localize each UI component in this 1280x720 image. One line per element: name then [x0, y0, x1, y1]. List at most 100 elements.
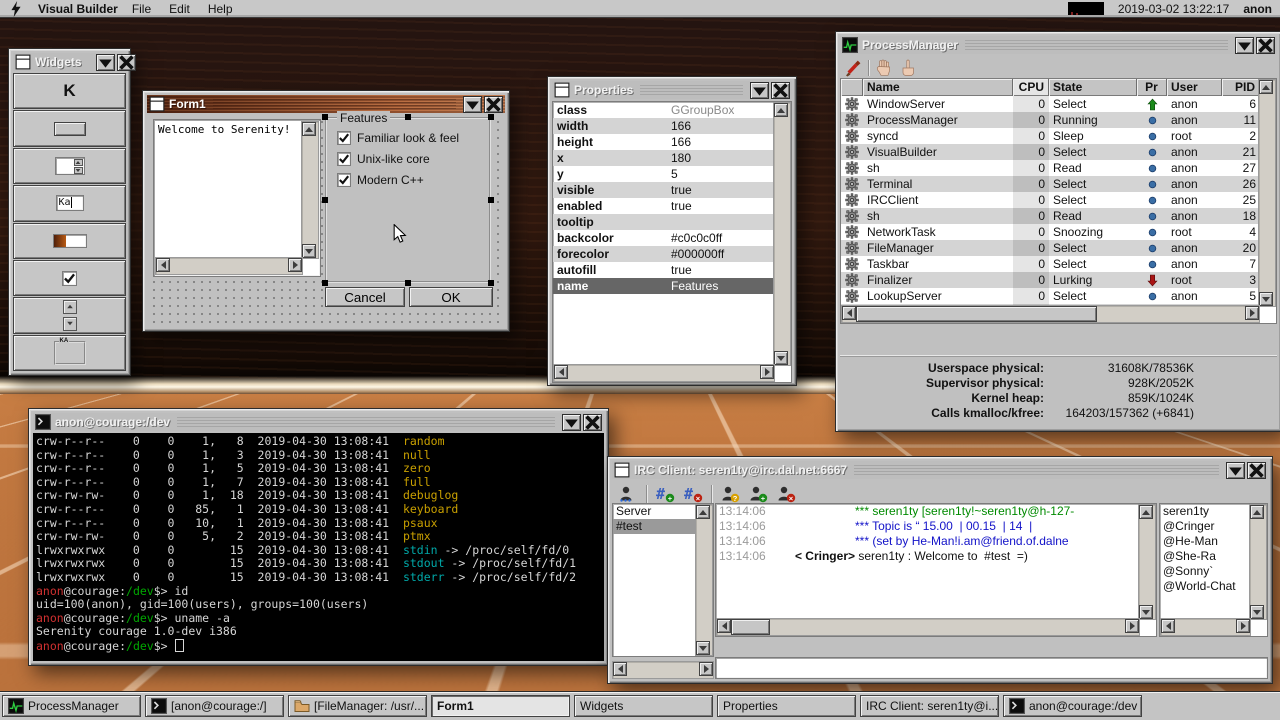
- process-row[interactable]: Finalizer0Lurkingroot3: [841, 272, 1260, 288]
- close-button[interactable]: [484, 96, 503, 113]
- process-row[interactable]: IRCClient0Selectanon25: [841, 192, 1260, 208]
- column-header-cpu[interactable]: CPU: [1013, 79, 1049, 96]
- continue-icon[interactable]: [899, 59, 917, 77]
- column-header-state[interactable]: State: [1049, 79, 1137, 96]
- scroll-up-button[interactable]: [302, 122, 316, 136]
- scroll-left-button[interactable]: [717, 619, 731, 633]
- process-row[interactable]: ProcessManager0Runninganon11: [841, 112, 1260, 128]
- properties-hscrollbar[interactable]: [553, 364, 775, 382]
- property-row[interactable]: autofilltrue: [553, 262, 775, 278]
- selection-handle[interactable]: [405, 280, 411, 286]
- irc-message-input[interactable]: [715, 657, 1268, 679]
- taskbar-button-anon-courage-dev[interactable]: anon@courage:/dev: [1003, 695, 1142, 717]
- form1-titlebar[interactable]: Form1: [147, 95, 505, 113]
- scrollbar-thumb[interactable]: [731, 619, 770, 635]
- chat-vscrollbar[interactable]: [1138, 504, 1156, 620]
- widget-tool-button[interactable]: [13, 110, 126, 146]
- scroll-right-button[interactable]: [760, 365, 774, 379]
- checkbox-icon[interactable]: [337, 131, 351, 145]
- checkbox-icon[interactable]: [337, 152, 351, 166]
- nick-item[interactable]: seren1ty: [1160, 504, 1251, 519]
- checkbox-row[interactable]: Familiar look & feel: [337, 131, 489, 145]
- column-header-pid[interactable]: PID: [1222, 79, 1260, 96]
- scroll-left-button[interactable]: [842, 306, 856, 320]
- column-header-pr[interactable]: Pr: [1137, 79, 1167, 96]
- widget-tool-spinbox[interactable]: [13, 148, 126, 184]
- process-row[interactable]: sh0Readanon27: [841, 160, 1260, 176]
- properties-vscrollbar[interactable]: [773, 102, 791, 366]
- cancel-button[interactable]: Cancel: [325, 287, 405, 307]
- nick-item[interactable]: @She-Ra: [1160, 549, 1251, 564]
- close-button[interactable]: [583, 414, 602, 431]
- widget-tool-textbox[interactable]: Ka: [13, 185, 126, 221]
- user-remove-icon[interactable]: ×: [776, 485, 796, 503]
- column-header-name[interactable]: Name: [863, 79, 1013, 96]
- close-button[interactable]: [771, 82, 790, 99]
- minimize-button[interactable]: [463, 96, 482, 113]
- property-row[interactable]: width166: [553, 118, 775, 134]
- user-add-icon[interactable]: +: [748, 485, 768, 503]
- checkbox-row[interactable]: Modern C++: [337, 173, 489, 187]
- form-designer-canvas[interactable]: Welcome to Serenity! Features Familiar l…: [147, 115, 505, 327]
- selection-handle[interactable]: [488, 197, 494, 203]
- channel-item[interactable]: Server: [613, 504, 697, 519]
- nick-item[interactable]: @Sonny`: [1160, 564, 1251, 579]
- process-row[interactable]: Terminal0Selectanon26: [841, 176, 1260, 192]
- channel-part-icon[interactable]: #×: [683, 485, 703, 503]
- process-row[interactable]: FileManager0Selectanon20: [841, 240, 1260, 256]
- process-hscrollbar[interactable]: [841, 305, 1260, 323]
- minimize-button[interactable]: [1235, 37, 1254, 54]
- process-row[interactable]: sh0Readanon18: [841, 208, 1260, 224]
- widget-tool-progressbar[interactable]: [13, 223, 126, 259]
- stop-icon[interactable]: [875, 59, 893, 77]
- widget-tool-groupbox[interactable]: KA: [13, 335, 126, 371]
- menubar-app-name[interactable]: Visual Builder: [38, 2, 118, 16]
- cpu-graph-applet[interactable]: [1068, 2, 1104, 15]
- close-button[interactable]: [1247, 462, 1266, 479]
- selection-handle[interactable]: [488, 114, 494, 120]
- property-row[interactable]: backcolor#c0c0c0ff: [553, 230, 775, 246]
- property-row[interactable]: tooltip: [553, 214, 775, 230]
- property-row[interactable]: y5: [553, 166, 775, 182]
- scroll-down-button[interactable]: [696, 641, 710, 655]
- checkbox-row[interactable]: Unix-like core: [337, 152, 489, 166]
- nick-list-hscrollbar[interactable]: [1160, 618, 1251, 636]
- minimize-button[interactable]: [750, 82, 769, 99]
- process-row[interactable]: LookupServer0Selectanon5: [841, 288, 1260, 304]
- properties-titlebar[interactable]: Properties: [552, 81, 792, 99]
- ok-button[interactable]: OK: [409, 287, 493, 307]
- process-manager-titlebar[interactable]: ProcessManager: [840, 36, 1277, 54]
- menu-file[interactable]: File: [132, 2, 151, 16]
- channel-join-icon[interactable]: #+: [655, 485, 675, 503]
- taskbar-button--anon-courage-[interactable]: [anon@courage:/]: [145, 695, 284, 717]
- nick-list-vscrollbar[interactable]: [1249, 504, 1267, 620]
- menu-edit[interactable]: Edit: [169, 2, 190, 16]
- scroll-down-button[interactable]: [302, 244, 316, 258]
- close-button[interactable]: [117, 54, 136, 71]
- scroll-right-button[interactable]: [699, 662, 713, 676]
- checkbox-icon[interactable]: [337, 173, 351, 187]
- scroll-right-button[interactable]: [288, 258, 302, 272]
- scroll-right-button[interactable]: [1125, 619, 1139, 633]
- scroll-up-button[interactable]: [1259, 80, 1273, 94]
- widget-tool-label[interactable]: K: [13, 73, 126, 109]
- process-vscrollbar[interactable]: [1258, 79, 1276, 307]
- nick-item[interactable]: @He-Man: [1160, 534, 1251, 549]
- scroll-left-button[interactable]: [1161, 619, 1175, 633]
- process-row[interactable]: syncd0Sleeproot2: [841, 128, 1260, 144]
- user-whois-icon[interactable]: ?: [720, 485, 740, 503]
- selection-handle[interactable]: [322, 114, 328, 120]
- column-header-icon[interactable]: [841, 79, 863, 96]
- property-row[interactable]: x180: [553, 150, 775, 166]
- editor-hscrollbar[interactable]: [155, 257, 303, 275]
- process-row[interactable]: Taskbar0Selectanon7: [841, 256, 1260, 272]
- taskbar-button-processmanager[interactable]: ProcessManager: [2, 695, 141, 717]
- scroll-up-button[interactable]: [696, 505, 710, 519]
- chat-hscrollbar[interactable]: [716, 618, 1140, 636]
- nick-item[interactable]: @Cringer: [1160, 519, 1251, 534]
- form-text-editor[interactable]: Welcome to Serenity!: [153, 119, 321, 277]
- user-query-icon[interactable]: [618, 485, 638, 503]
- scroll-left-button[interactable]: [554, 365, 568, 379]
- property-row[interactable]: visibletrue: [553, 182, 775, 198]
- channel-item[interactable]: #test: [613, 519, 697, 534]
